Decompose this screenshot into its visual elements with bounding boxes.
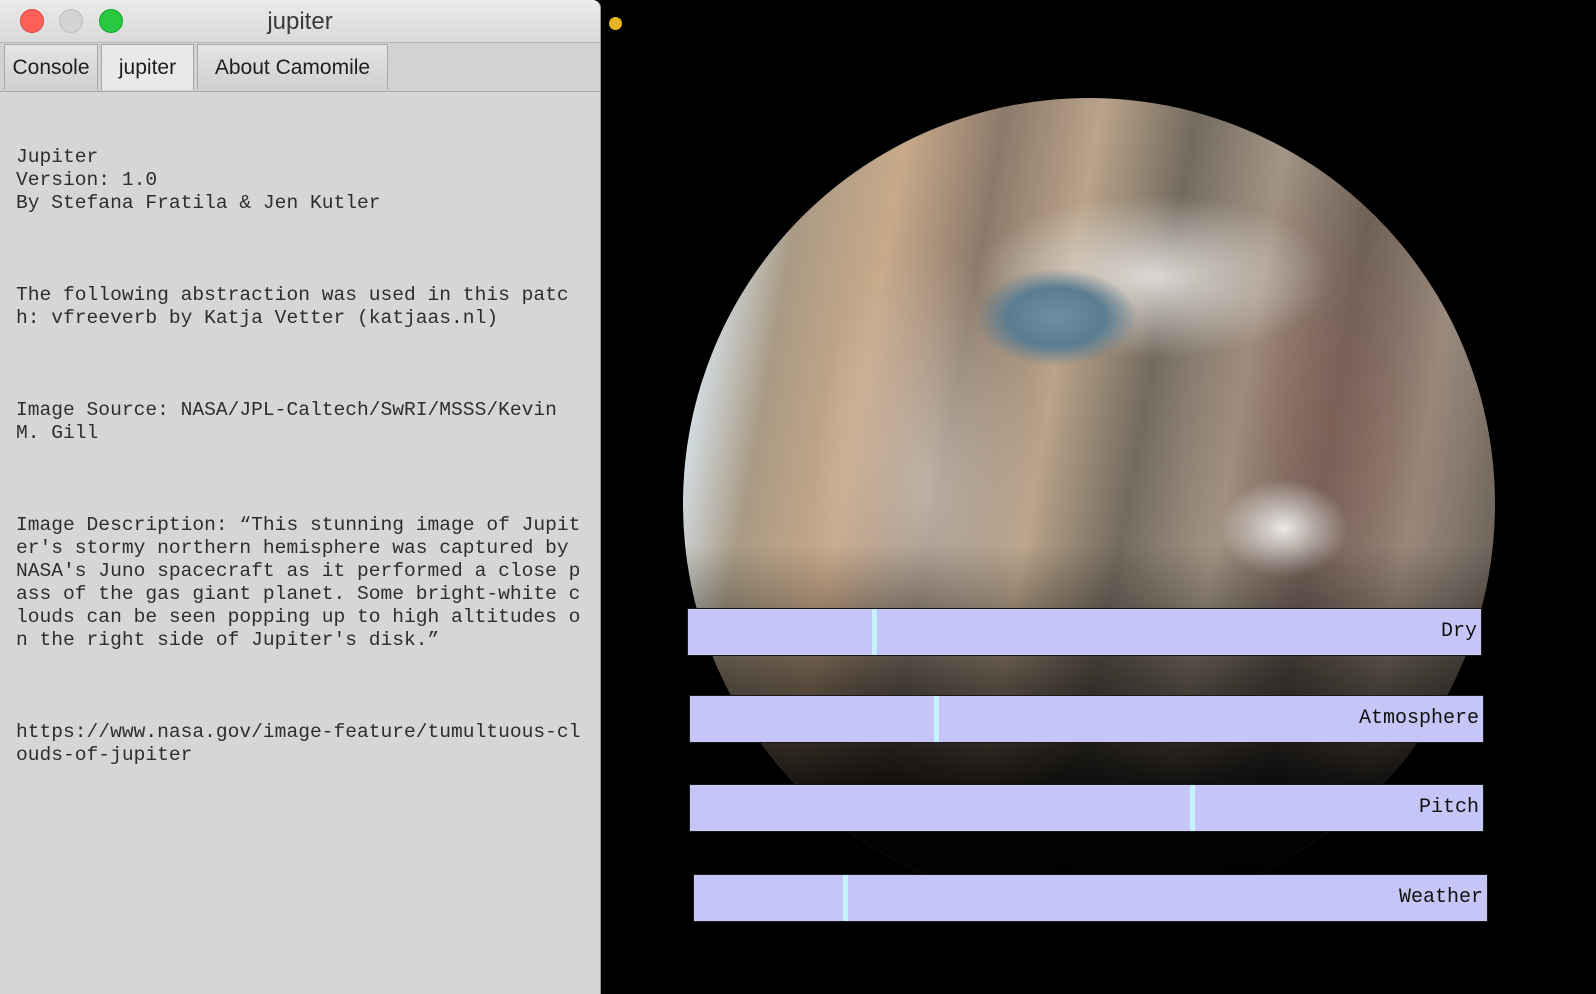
image-source: Image Source: NASA/JPL-Caltech/SwRI/MSSS…	[16, 399, 569, 444]
status-indicator-dot	[609, 17, 622, 30]
slider-label: Weather	[1398, 886, 1483, 909]
tab-console[interactable]: Console	[4, 44, 98, 90]
title-bar[interactable]: jupiter	[0, 0, 600, 43]
slider-atmosphere[interactable]: Atmosphere	[689, 695, 1484, 743]
image-description: Image Description: “This stunning image …	[16, 514, 581, 651]
tab-about-camomile[interactable]: About Camomile	[197, 44, 388, 90]
abstraction-credit: The following abstraction was used in th…	[16, 284, 569, 329]
slider-label: Pitch	[1418, 796, 1479, 819]
tab-jupiter[interactable]: jupiter	[101, 44, 194, 90]
tab-bar: Console jupiter About Camomile	[0, 43, 600, 92]
slider-weather[interactable]: Weather	[693, 874, 1488, 922]
source-url: https://www.nasa.gov/image-feature/tumul…	[16, 721, 581, 766]
slider-thumb[interactable]	[1190, 785, 1195, 831]
slider-thumb[interactable]	[872, 609, 877, 655]
plugin-canvas: Dry Atmosphere Pitch Weather	[601, 0, 1596, 994]
plugin-version: Version: 1.0	[16, 169, 158, 191]
slider-label: Dry	[1440, 620, 1477, 643]
plugin-name: Jupiter	[16, 146, 99, 168]
window-title: jupiter	[267, 8, 333, 35]
slider-dry[interactable]: Dry	[687, 608, 1482, 656]
plugin-authors: By Stefana Fratila & Jen Kutler	[16, 192, 381, 214]
camomile-window: jupiter Console jupiter About Camomile J…	[0, 0, 601, 994]
slider-pitch[interactable]: Pitch	[689, 784, 1484, 832]
slider-thumb[interactable]	[934, 696, 939, 742]
plugin-info-text: Jupiter Version: 1.0 By Stefana Fratila …	[6, 92, 598, 994]
slider-label: Atmosphere	[1358, 707, 1479, 730]
slider-thumb[interactable]	[843, 875, 848, 921]
